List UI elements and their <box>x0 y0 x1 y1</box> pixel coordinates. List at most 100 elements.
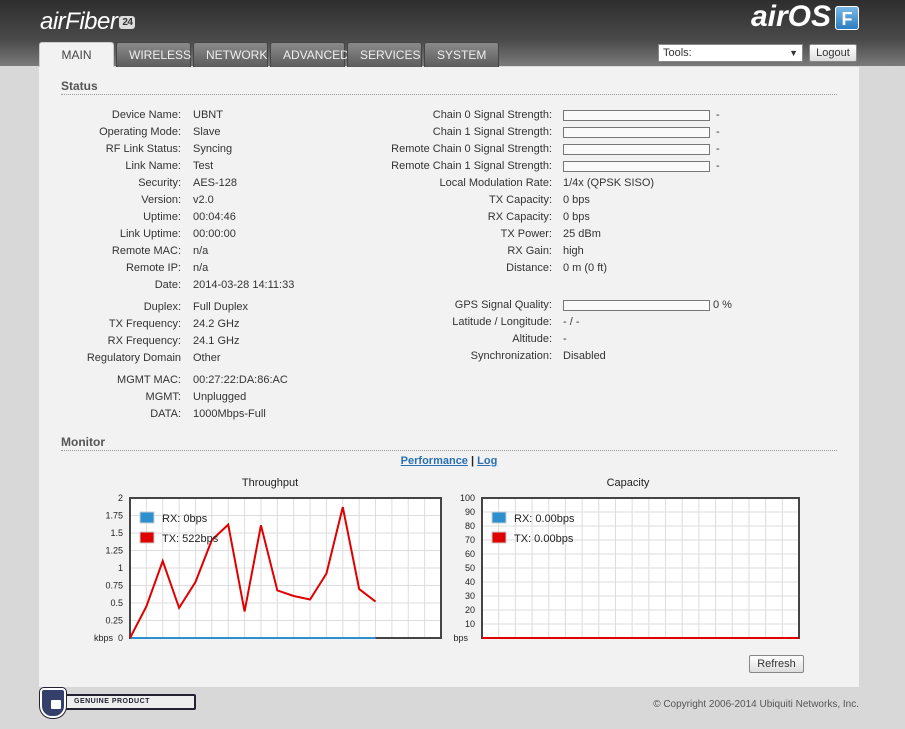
tab-wireless[interactable]: WIRELESS <box>116 42 191 67</box>
status-label: Remote MAC: <box>111 245 181 257</box>
status-value: n/a <box>193 262 209 274</box>
link-separator: | <box>471 455 475 467</box>
status-label: TX Frequency: <box>108 318 181 330</box>
tab-services[interactable]: SERVICES <box>347 42 422 67</box>
legend-label: RX: 0bps <box>162 513 208 525</box>
status-value: 1/4x (QPSK SISO) <box>563 177 655 189</box>
status-value: Slave <box>193 126 221 138</box>
y-tick-label: 0.75 <box>105 581 123 591</box>
lock-icon <box>51 700 61 709</box>
status-value: 00:00:00 <box>193 228 236 240</box>
brand-model-badge: 24 <box>119 16 136 30</box>
main-panel: Status Device Name: UBNT Operating Mode: Sl… <box>39 67 859 687</box>
status-section-title: Status <box>61 79 837 95</box>
signal-strength-bar <box>563 161 710 172</box>
genuine-product-label: GENUINE PRODUCT <box>58 694 196 710</box>
status-label: Link Uptime: <box>119 228 181 240</box>
y-tick-label: 40 <box>465 577 475 587</box>
signal-strength-bar <box>563 110 710 121</box>
signal-strength-bar <box>563 300 710 311</box>
airos-logo: airOS <box>750 0 831 33</box>
capacity-chart: 10 20 30 40 50 60 70 80 90 100 bps RX: 0.00bps TX: 0… <box>453 493 800 643</box>
shield-icon <box>40 688 66 718</box>
status-value: n/a <box>193 245 209 257</box>
legend-label: TX: 522bps <box>162 533 219 545</box>
tools-dropdown-label: Tools: <box>663 47 692 59</box>
y-tick-label: 80 <box>465 521 475 531</box>
status-label: Local Modulation Rate: <box>439 177 552 189</box>
status-label: Date: <box>154 279 181 291</box>
status-label: Duplex: <box>143 301 181 313</box>
y-tick-label: 2 <box>118 493 123 503</box>
status-label: Security: <box>138 177 181 189</box>
y-tick-label: 50 <box>465 563 475 573</box>
y-axis-unit: kbps <box>94 633 114 643</box>
status-value: high <box>563 245 584 257</box>
status-value: - <box>716 143 720 155</box>
status-label: Link Name: <box>125 160 181 172</box>
status-value: 0 m (0 ft) <box>563 262 608 274</box>
status-value: Full Duplex <box>193 301 249 313</box>
tab-main[interactable]: MAIN <box>39 42 114 68</box>
throughput-chart-title: Throughput <box>241 477 299 489</box>
legend-swatch <box>139 511 155 524</box>
status-value: 24.2 GHz <box>193 318 240 330</box>
legend-label: RX: 0.00bps <box>514 513 575 525</box>
status-label: Remote Chain 0 Signal Strength: <box>391 143 552 155</box>
capacity-chart-title: Capacity <box>606 477 650 489</box>
status-label: RX Gain: <box>507 245 552 257</box>
monitor-links: Performance | Log <box>39 455 859 467</box>
status-value: 0 % <box>713 299 732 311</box>
status-label: Remote IP: <box>125 262 181 274</box>
throughput-chart: 0 0.25 0.5 0.75 1 1.25 1.5 1.75 2 kbps RX: 0bps TX:… <box>94 493 442 643</box>
airos-f-badge: F <box>835 6 859 30</box>
y-tick-label: 60 <box>465 549 475 559</box>
logout-button[interactable]: Logout <box>809 44 857 62</box>
status-label: Uptime: <box>143 211 181 223</box>
brand-logo: airFiber 24 <box>40 8 136 36</box>
monitor-section-title: Monitor <box>61 435 837 451</box>
y-tick-label: 0.25 <box>105 616 123 626</box>
status-label: Synchronization: <box>470 350 552 362</box>
tab-network[interactable]: NETWORK <box>193 42 268 67</box>
y-tick-label: 1 <box>118 563 123 573</box>
status-label: Remote Chain 1 Signal Strength: <box>391 160 552 172</box>
status-value: Disabled <box>563 350 606 362</box>
status-value: 25 dBm <box>563 228 601 240</box>
status-value: 0 bps <box>563 194 590 206</box>
status-value: Test <box>193 160 214 172</box>
status-value: - <box>716 160 720 172</box>
status-label: RX Capacity: <box>487 211 552 223</box>
status-value: Syncing <box>193 143 233 155</box>
refresh-button[interactable]: Refresh <box>749 655 804 673</box>
status-label: DATA: <box>150 408 181 420</box>
status-value: - <box>716 109 720 121</box>
status-label: Regulatory Domain <box>86 352 181 364</box>
signal-strength-bar <box>563 127 710 138</box>
status-label: MGMT: <box>145 391 181 403</box>
tab-system[interactable]: SYSTEM <box>424 42 499 67</box>
signal-strength-bar <box>563 144 710 155</box>
status-value: 00:04:46 <box>193 211 236 223</box>
status-value: Unplugged <box>193 391 247 403</box>
status-label: Chain 1 Signal Strength: <box>432 126 552 138</box>
status-label: GPS Signal Quality: <box>454 299 552 311</box>
status-label: Latitude / Longitude: <box>452 316 552 328</box>
copyright-text: © Copyright 2006-2014 Ubiquiti Networks,… <box>653 699 859 710</box>
status-label: TX Power: <box>500 228 552 240</box>
status-value: 24.1 GHz <box>193 335 240 347</box>
status-value: Other <box>193 352 221 364</box>
status-label: Operating Mode: <box>99 126 181 138</box>
performance-link[interactable]: Performance <box>401 455 468 467</box>
status-label: Chain 0 Signal Strength: <box>432 109 552 121</box>
legend-swatch <box>491 511 507 524</box>
log-link[interactable]: Log <box>477 455 497 467</box>
tab-advanced[interactable]: ADVANCED <box>270 42 349 67</box>
status-value: AES-128 <box>193 177 238 189</box>
status-label: TX Capacity: <box>489 194 552 206</box>
tools-dropdown[interactable]: Tools: ▼ <box>658 44 803 62</box>
y-tick-label: 70 <box>465 535 475 545</box>
status-label: Version: <box>141 194 181 206</box>
status-value: - <box>716 126 720 138</box>
legend-swatch <box>491 531 507 544</box>
